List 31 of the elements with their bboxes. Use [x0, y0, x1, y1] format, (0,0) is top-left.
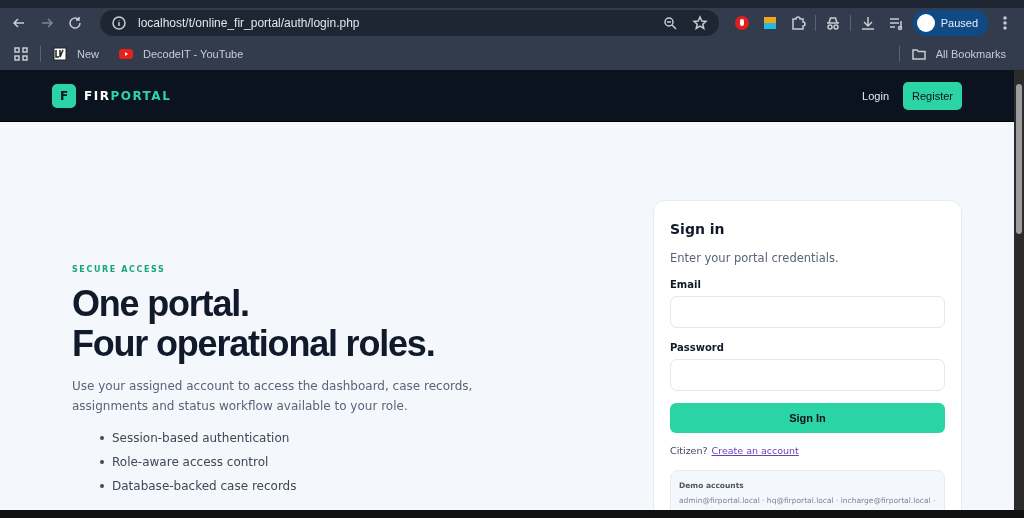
feature-text: Session-based authentication: [112, 430, 290, 447]
input-field[interactable]: [670, 296, 945, 328]
eyebrow-text: SECURE ACCESS: [72, 265, 167, 274]
create-account-link[interactable]: Create an account: [711, 445, 799, 456]
citizen-prompt: Citizen?: [670, 445, 708, 456]
field-label: Email: [670, 279, 702, 290]
register-button[interactable]: Register: [903, 81, 962, 110]
address-bar[interactable]: localhost/t/online_fir_portal/auth/login.php: [100, 10, 719, 36]
scrollbar[interactable]: [1014, 70, 1024, 510]
bookmark[interactable]: New: [49, 43, 99, 65]
login-link[interactable]: Login: [862, 89, 890, 102]
avatar-icon: [916, 14, 935, 32]
logo[interactable]: F: [52, 83, 76, 108]
feature-text: Database-backed case records: [112, 478, 297, 495]
url-text: localhost/t/online_fir_portal/auth/login.php: [138, 16, 361, 30]
sign-in-button[interactable]: Sign In: [670, 403, 945, 433]
bullet-icon: [100, 436, 104, 440]
bullet-icon: [100, 460, 104, 464]
bullet-icon: [100, 484, 104, 488]
card-subtitle: Enter your portal credentials.: [670, 251, 840, 265]
feature-text: Role-aware access control: [112, 454, 269, 471]
all-bookmarks[interactable]: All Bookmarks: [907, 43, 1006, 65]
scrollbar-thumb[interactable]: [1016, 84, 1022, 234]
hero-title: One portal. Four operational roles.: [72, 284, 436, 364]
hero-description: Use your assigned account to access the dashboard, case records, assignments and status workflow available to your role.: [72, 378, 474, 415]
card-title: Sign in: [670, 221, 726, 237]
input-field[interactable]: [670, 359, 945, 391]
bookmark[interactable]: DecodeIT - YouTube: [115, 43, 244, 65]
brand-name[interactable]: FIRPORTAL: [84, 88, 172, 103]
profile-button[interactable]: Paused: [912, 10, 988, 36]
field-label: Password: [670, 342, 725, 353]
